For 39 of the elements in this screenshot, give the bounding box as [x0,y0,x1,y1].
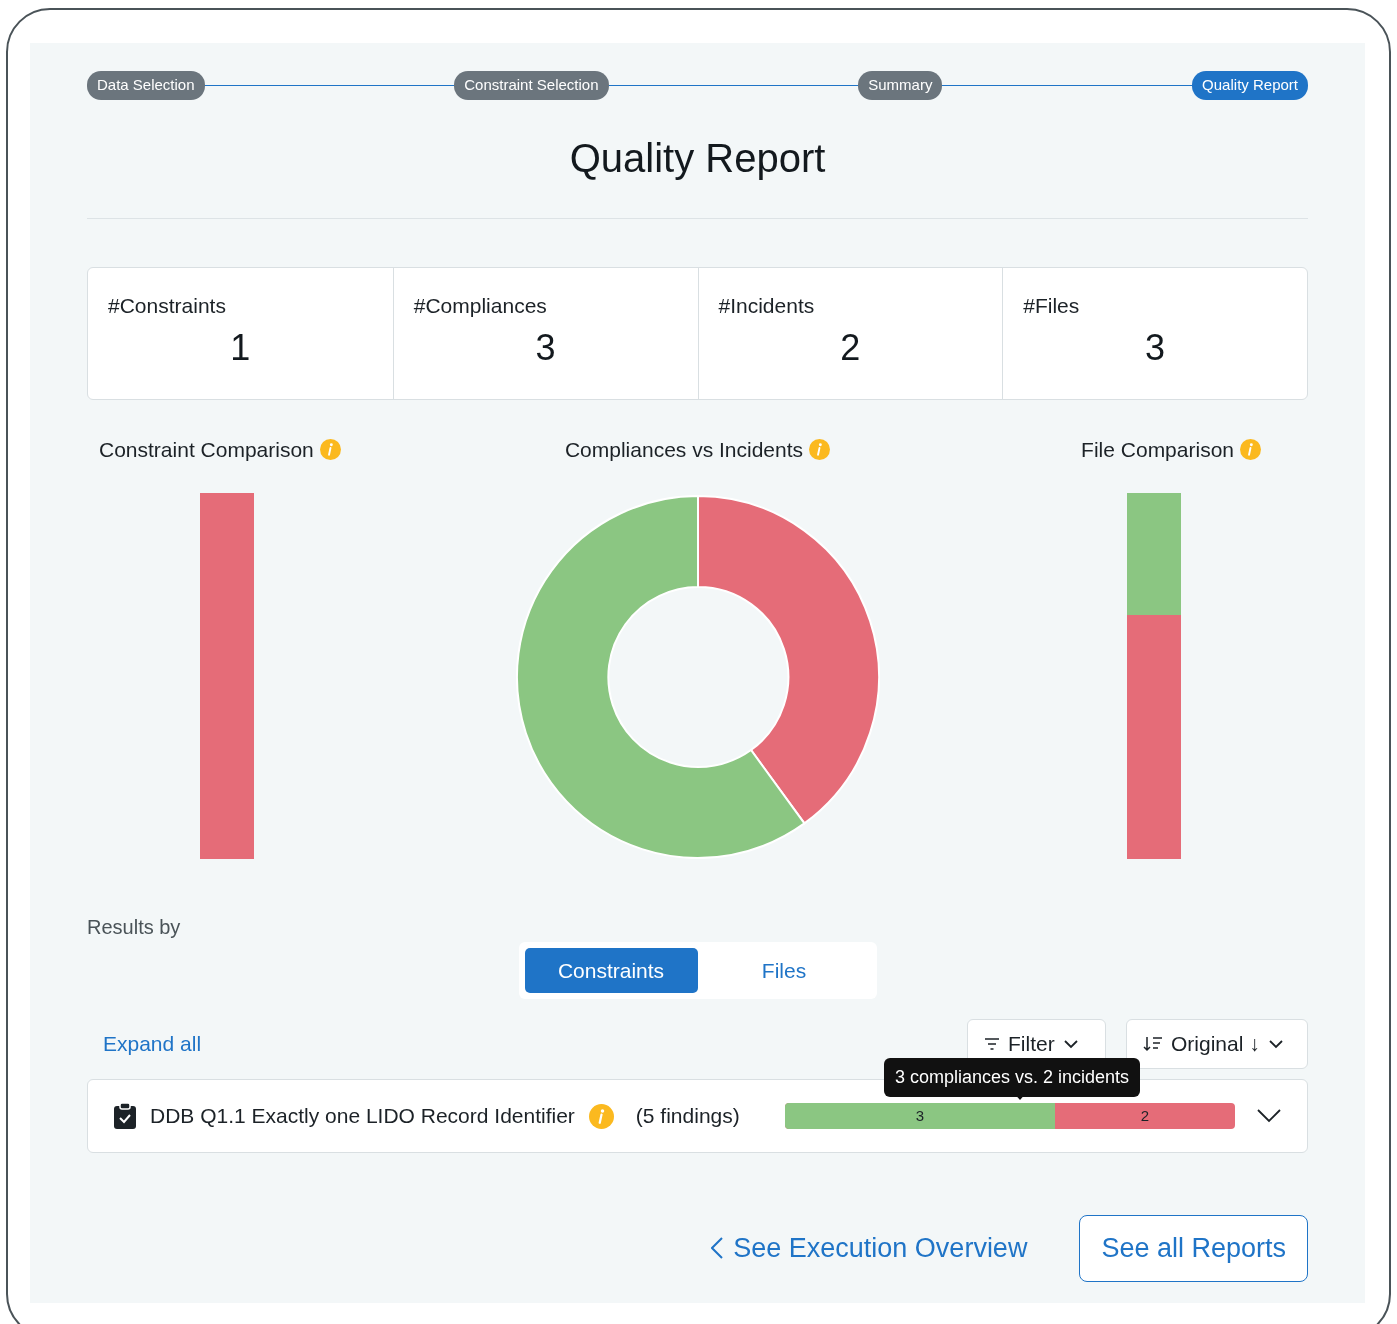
chevron-left-icon [711,1237,724,1260]
clipboard-check-icon [114,1103,136,1129]
stat-label: #Constraints [108,292,227,319]
section-label: Results by [87,914,182,940]
filter-icon [984,1038,1000,1050]
expand-all-link[interactable]: Expand all [87,1028,202,1060]
stat-value: 1 [229,326,252,370]
stat-label: #Incidents [718,292,816,319]
chevron-down-icon [1267,1039,1284,1049]
stepper-step[interactable]: Data Selection [87,71,205,100]
stepper-step[interactable]: Quality Report [1192,71,1308,100]
chevron-down-icon [1062,1039,1079,1049]
stepper-step[interactable]: Constraint Selection [454,71,609,100]
page-title: Quality Report [568,134,827,182]
sort-button[interactable]: Original ↓ [1126,1019,1308,1069]
info-icon[interactable] [1240,438,1261,460]
tooltip: 3 compliances vs. 2 incidents [884,1058,1141,1097]
chart-title: Compliances vs Incidents [564,436,804,463]
incident-count: 2 [1139,1105,1151,1126]
findings-count: (5 findings) [635,1103,740,1130]
back-link[interactable]: See Execution Overview [711,1228,1028,1269]
stat-value: 3 [1144,326,1167,370]
compliance-segment: 3 [785,1103,1055,1129]
reports-button[interactable]: See all Reports [1079,1215,1308,1282]
sort-icon [1143,1036,1163,1052]
stat-value: 3 [534,326,557,370]
stat-value: 2 [839,326,862,370]
stat-label: #Compliances [413,292,548,319]
stepper-step[interactable]: Summary [858,71,943,100]
results-tab[interactable]: Constraints [524,947,698,993]
result-name: DDB Q1.1 Exactly one LIDO Record Identifier [150,1103,575,1130]
info-icon[interactable] [588,1103,614,1129]
chevron-down-icon[interactable] [1257,1109,1281,1123]
chart-title: Constraint Comparison [99,436,314,463]
chart-title: File Comparison [1081,436,1234,463]
info-icon[interactable] [319,438,341,460]
results-tab[interactable]: Files [697,947,871,993]
stat-label: #Files [1023,292,1081,319]
info-icon[interactable] [809,438,831,460]
